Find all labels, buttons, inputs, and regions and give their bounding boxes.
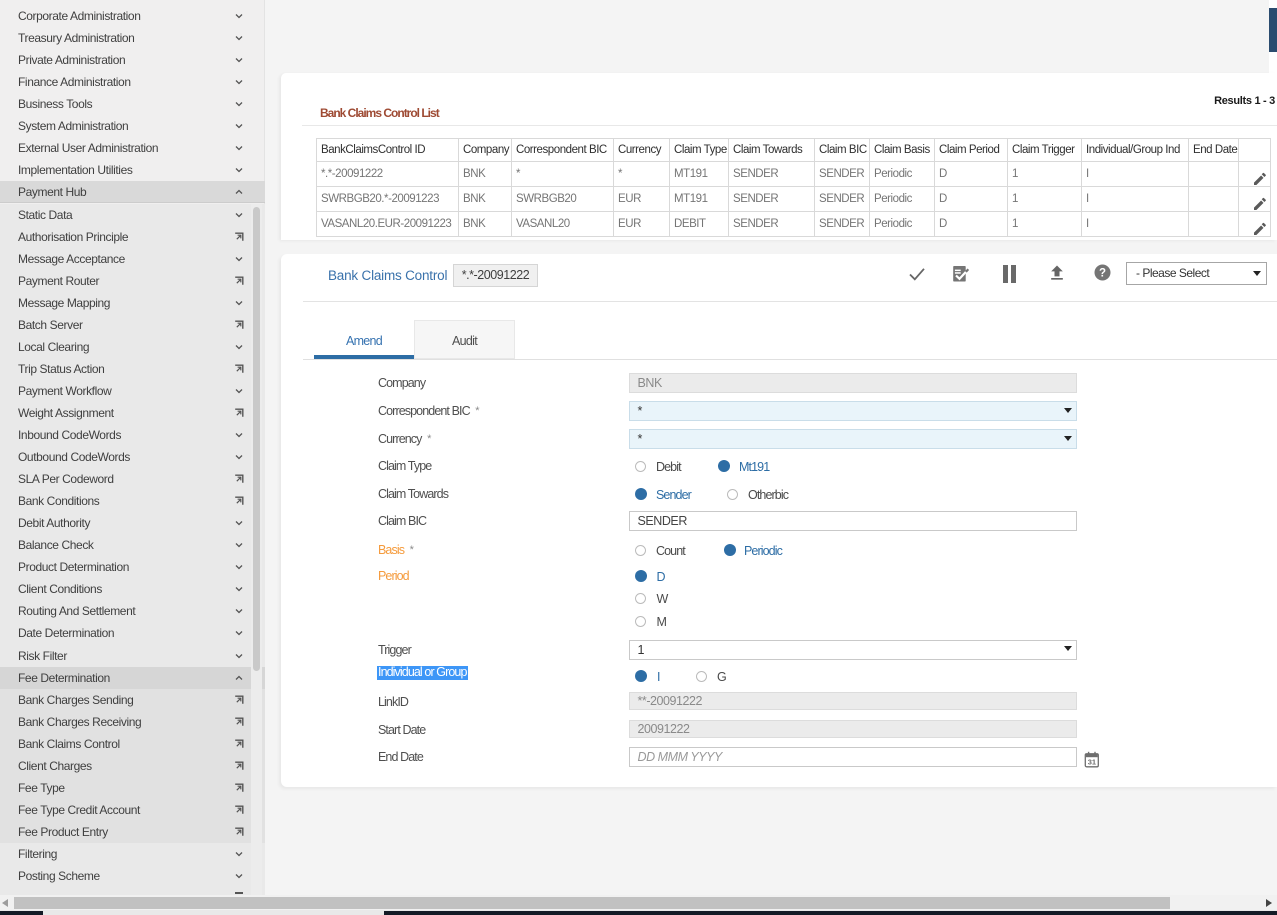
svg-text:31: 31	[1088, 758, 1096, 767]
svg-text:?: ?	[1099, 268, 1106, 280]
